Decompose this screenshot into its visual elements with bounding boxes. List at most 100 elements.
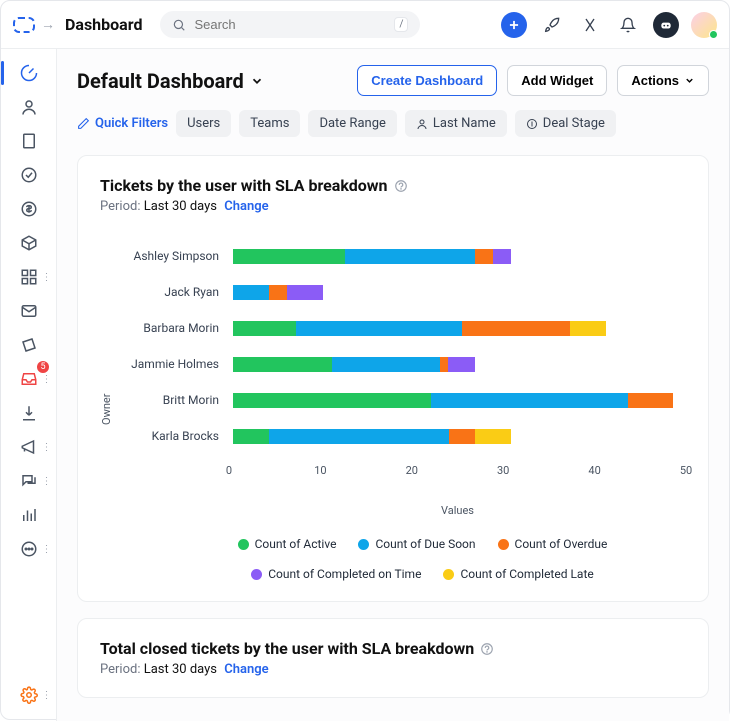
quick-filters-button[interactable]: Quick Filters [77,116,168,131]
user-avatar[interactable] [691,12,717,38]
chart-row: Britt Morin [119,382,686,418]
change-period-link[interactable]: Change [224,199,268,214]
bell-icon [620,17,636,33]
sidebar-item-settings[interactable]: ⋮ [15,681,43,709]
dollar-icon [20,200,38,218]
inbox-icon [20,370,38,388]
legend-label: Count of Active [255,537,337,551]
widget-title: Tickets by the user with SLA breakdown [100,176,388,195]
chart-segment[interactable] [233,321,296,336]
chart-segment[interactable] [431,393,629,408]
add-widget-button[interactable]: Add Widget [507,65,607,96]
chart-segment[interactable] [345,249,475,264]
chart-segment[interactable] [296,321,462,336]
chart-row: Karla Brocks [119,418,686,454]
chart-segment[interactable] [628,393,673,408]
chart-segment[interactable] [475,249,493,264]
actions-button[interactable]: Actions [617,65,709,96]
filter-bar: Quick Filters Users Teams Date Range Las… [77,110,709,137]
notifications-button[interactable] [615,12,641,38]
chart-segment[interactable] [332,357,440,372]
rocket-icon [544,17,560,33]
sidebar-item-chat[interactable]: ⋮ [15,467,43,495]
page-header: Default Dashboard Create Dashboard Add W… [77,65,709,96]
assistant-button[interactable] [653,12,679,38]
help-icon[interactable] [394,179,408,193]
x-axis-label: Values [229,504,686,517]
chevron-down-icon [684,75,695,86]
x-axis-tick: 40 [588,464,600,477]
chart: Owner Ashley SimpsonJack RyanBarbara Mor… [100,238,686,581]
filter-last-name[interactable]: Last Name [405,110,507,137]
x-axis-tick: 50 [680,464,692,477]
chart-segment[interactable] [269,429,449,444]
chart-segment[interactable] [233,429,269,444]
widget-closed-tickets-sla: Total closed tickets by the user with SL… [77,618,709,698]
rocket-button[interactable] [539,12,565,38]
sidebar-item-companies[interactable] [15,127,43,155]
filter-date-range[interactable]: Date Range [308,110,396,137]
logo-mark [13,17,35,33]
chart-segment[interactable] [440,357,449,372]
help-icon[interactable] [480,642,494,656]
chart-segment[interactable] [449,429,476,444]
sidebar-item-dashboard[interactable] [15,59,43,87]
global-search[interactable]: / [160,11,420,38]
period-label: Period: [100,662,140,677]
x-axis: 01020304050 [229,464,686,484]
legend-item[interactable]: Count of Active [238,537,337,551]
quick-filters-label: Quick Filters [95,116,168,131]
tools-button[interactable] [577,12,603,38]
sidebar-item-campaigns[interactable]: ⋮ [15,433,43,461]
legend-item[interactable]: Count of Completed on Time [251,567,421,581]
chart-segment[interactable] [269,285,287,300]
sidebar-item-products[interactable] [15,229,43,257]
change-period-link[interactable]: Change [224,662,268,677]
widget-title: Total closed tickets by the user with SL… [100,639,474,658]
chart-segment[interactable] [287,285,323,300]
sidebar-item-tasks[interactable] [15,161,43,189]
more-icon [20,540,38,558]
create-dashboard-button[interactable]: Create Dashboard [357,65,497,96]
legend-label: Count of Completed Late [460,567,593,581]
chart-segment[interactable] [233,357,332,372]
sidebar-item-inbox[interactable]: 5⋮ [15,365,43,393]
check-circle-icon [20,166,38,184]
chart-row-label: Karla Brocks [119,429,229,443]
chart-row: Barbara Morin [119,310,686,346]
chart-row-label: Jammie Holmes [119,357,229,371]
chart-row-label: Barbara Morin [119,321,229,335]
sidebar-item-apps[interactable]: ⋮ [15,263,43,291]
dollar-icon [526,118,538,130]
sidebar-item-reports[interactable] [15,501,43,529]
chart-segment[interactable] [448,357,475,372]
page-title-dropdown[interactable]: Default Dashboard [77,69,264,93]
chart-row: Jammie Holmes [119,346,686,382]
sidebar-item-tickets[interactable] [15,331,43,359]
sidebar-item-more[interactable]: ⋮ [15,535,43,563]
filter-teams[interactable]: Teams [239,110,300,137]
app-logo[interactable]: → [13,16,55,33]
legend-label: Count of Due Soon [375,537,475,551]
sidebar-item-mail[interactable] [15,297,43,325]
chart-segment[interactable] [570,321,606,336]
gear-icon [20,686,38,704]
chart-segment[interactable] [233,285,269,300]
filter-deal-stage[interactable]: Deal Stage [515,110,616,137]
period-value: Last 30 days [144,662,217,677]
sidebar-item-deals[interactable] [15,195,43,223]
filter-users[interactable]: Users [176,110,231,137]
sidebar-item-contacts[interactable] [15,93,43,121]
sidebar-item-import[interactable] [15,399,43,427]
chart-segment[interactable] [233,393,431,408]
chart-segment[interactable] [475,429,511,444]
chart-segment[interactable] [462,321,570,336]
legend-item[interactable]: Count of Completed Late [443,567,593,581]
add-button[interactable] [501,12,527,38]
chart-segment[interactable] [493,249,511,264]
chart-segment[interactable] [233,249,345,264]
legend-item[interactable]: Count of Due Soon [358,537,475,551]
search-input[interactable] [194,17,386,32]
main-content: Default Dashboard Create Dashboard Add W… [57,49,729,721]
legend-item[interactable]: Count of Overdue [498,537,608,551]
